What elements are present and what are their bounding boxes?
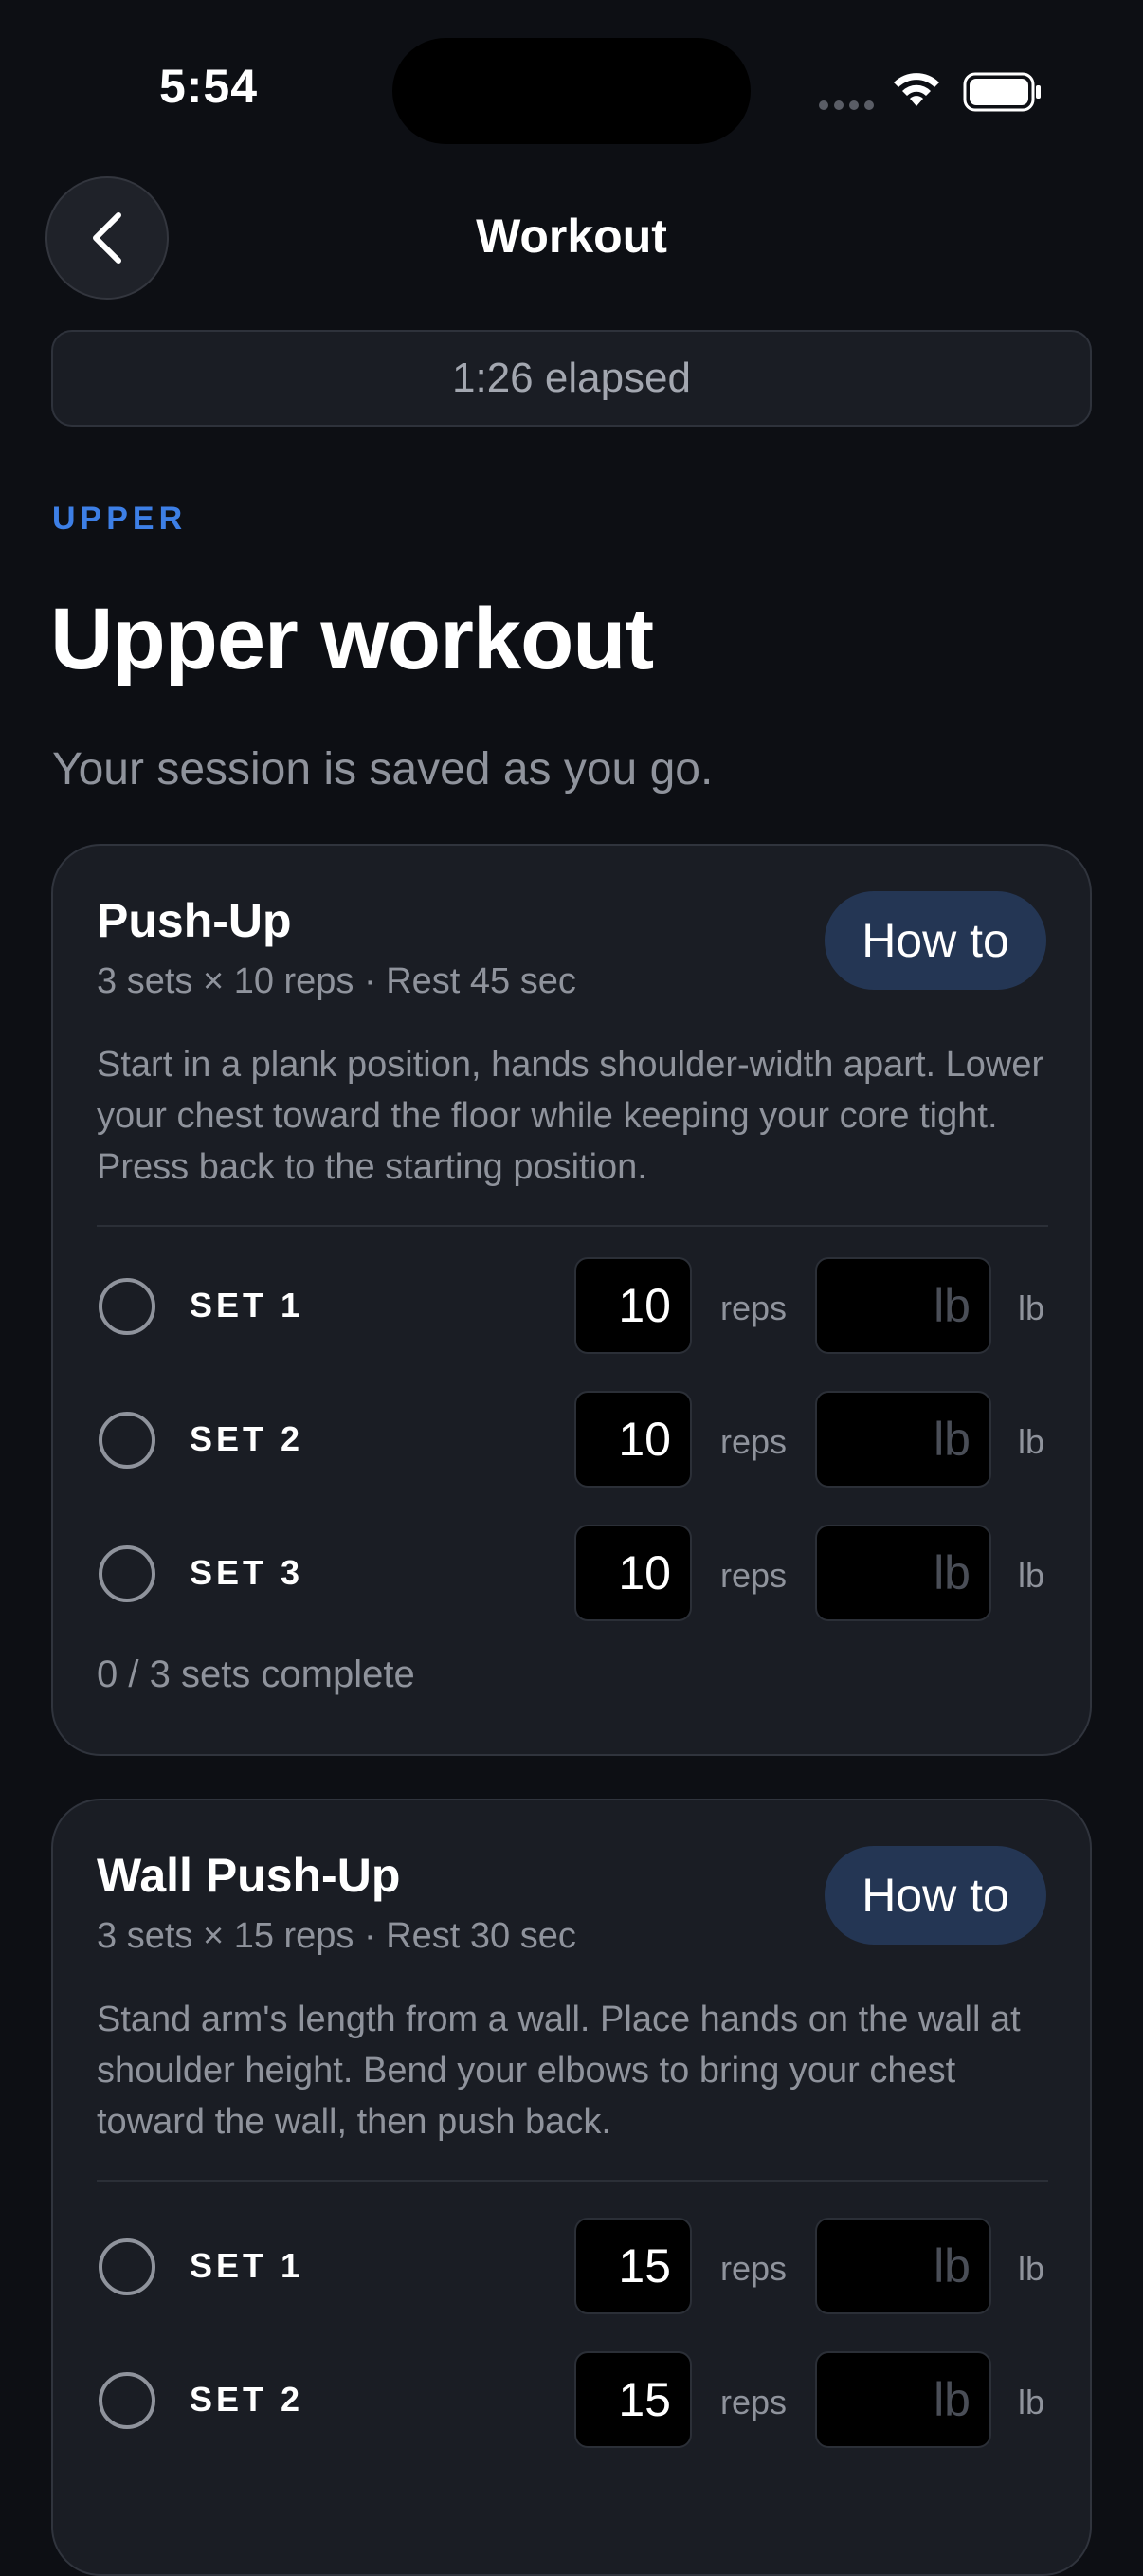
reps-input[interactable] xyxy=(574,1525,692,1621)
weight-unit: lb xyxy=(1018,2383,1045,2421)
set-row: SET 1 reps lb xyxy=(53,2218,1090,2316)
exercise-meta: 3 sets × 15 reps · Rest 30 sec xyxy=(97,1916,576,1956)
workout-title: Upper workout xyxy=(50,591,654,687)
set-complete-checkbox[interactable] xyxy=(99,2238,155,2295)
weight-unit: lb xyxy=(1018,2249,1045,2288)
set-row: SET 2 reps lb xyxy=(53,1391,1090,1489)
reps-unit: reps xyxy=(720,2383,788,2421)
weight-input[interactable] xyxy=(815,1257,991,1354)
set-label: SET 1 xyxy=(190,2246,304,2285)
divider xyxy=(97,2180,1048,2182)
divider xyxy=(97,1225,1048,1227)
exercise-name: Push-Up xyxy=(97,894,292,947)
set-label: SET 1 xyxy=(190,1286,304,1325)
battery-icon xyxy=(963,72,1041,112)
set-label: SET 2 xyxy=(190,1419,304,1458)
exercise-card: Wall Push-Up 3 sets × 15 reps · Rest 30 … xyxy=(51,1799,1092,2576)
weight-input[interactable] xyxy=(815,2218,991,2314)
reps-input[interactable] xyxy=(574,2351,692,2448)
weight-unit: lb xyxy=(1018,1288,1045,1327)
workout-subtitle: Your session is saved as you go. xyxy=(52,744,714,795)
wifi-icon xyxy=(894,73,939,106)
set-label: SET 3 xyxy=(190,1553,304,1592)
set-complete-checkbox[interactable] xyxy=(99,2372,155,2429)
set-complete-checkbox[interactable] xyxy=(99,1412,155,1469)
set-complete-checkbox[interactable] xyxy=(99,1545,155,1602)
status-bar: 5:54 xyxy=(0,0,1143,171)
page-title: Workout xyxy=(476,210,667,263)
exercise-name: Wall Push-Up xyxy=(97,1849,401,1902)
exercise-description: Stand arm's length from a wall. Place ha… xyxy=(97,2000,1021,2142)
weight-unit: lb xyxy=(1018,1556,1045,1595)
weight-unit: lb xyxy=(1018,1422,1045,1461)
how-to-button[interactable]: How to xyxy=(825,891,1046,990)
exercise-card: Push-Up 3 sets × 10 reps · Rest 45 sec H… xyxy=(51,844,1092,1756)
dynamic-island xyxy=(392,38,751,144)
set-row: SET 1 reps lb xyxy=(53,1257,1090,1356)
reps-unit: reps xyxy=(720,1556,788,1595)
reps-unit: reps xyxy=(720,1422,788,1461)
status-time: 5:54 xyxy=(158,60,259,113)
exercise-meta: 3 sets × 10 reps · Rest 45 sec xyxy=(97,961,576,1001)
weight-input[interactable] xyxy=(815,2351,991,2448)
reps-input[interactable] xyxy=(574,1257,692,1354)
reps-unit: reps xyxy=(720,1288,788,1327)
cellular-signal-icon xyxy=(819,100,874,110)
workout-category: UPPER xyxy=(52,501,188,537)
weight-input[interactable] xyxy=(815,1525,991,1621)
set-row: SET 3 reps lb xyxy=(53,1525,1090,1623)
sets-progress: 0 / 3 sets complete xyxy=(97,1653,415,1695)
set-label: SET 2 xyxy=(190,2380,304,2419)
set-row: SET 2 reps lb xyxy=(53,2351,1090,2450)
elapsed-timer: 1:26 elapsed xyxy=(51,330,1092,427)
reps-input[interactable] xyxy=(574,2218,692,2314)
reps-input[interactable] xyxy=(574,1391,692,1488)
set-complete-checkbox[interactable] xyxy=(99,1278,155,1335)
weight-input[interactable] xyxy=(815,1391,991,1488)
reps-unit: reps xyxy=(720,2249,788,2288)
how-to-button[interactable]: How to xyxy=(825,1846,1046,1945)
exercise-description: Start in a plank position, hands shoulde… xyxy=(97,1045,1044,1187)
